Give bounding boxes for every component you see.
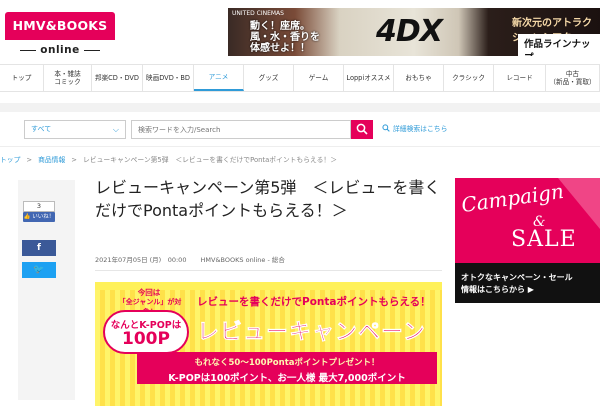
- breadcrumb-news[interactable]: 商品情報: [38, 156, 65, 164]
- facebook-icon: f: [37, 243, 41, 253]
- banner-copy: 動く！座席。 風・水・香りを 体感せよ！！: [250, 21, 320, 54]
- banner-bar-line2: K-POPは100ポイント、お一人様 最大7,000ポイント: [168, 373, 406, 384]
- banner-main-title: レビューキャンペーン: [197, 320, 426, 346]
- nav-item-7[interactable]: Loppiオススメ: [344, 65, 394, 91]
- facebook-share-button[interactable]: f: [22, 240, 56, 256]
- banner-subtitle: レビューを書くだけでPontaポイントもらえる！: [197, 296, 431, 308]
- advanced-search-link[interactable]: 詳細検索はこちら: [382, 123, 447, 133]
- header-divider: [0, 103, 600, 112]
- nav-item-6[interactable]: ゲーム: [294, 65, 344, 91]
- search-button[interactable]: [351, 120, 373, 139]
- nav-item-11[interactable]: 中古 （新品・買取）: [546, 65, 600, 91]
- category-select-value: すべて: [31, 125, 52, 133]
- ad-caption: オトクなキャンペーン・セール 情報はこちらから ▶: [461, 273, 573, 294]
- campaign-banner[interactable]: 今回は 「全ジャンル」が対象！ なんとK-POPは 100P レビューを書くだけ…: [95, 282, 442, 406]
- like-button[interactable]: 👍 いいね！: [23, 212, 55, 222]
- nav-item-10[interactable]: レコード: [494, 65, 546, 91]
- nav-item-8[interactable]: おもちゃ: [394, 65, 444, 91]
- campaign-sale-ad[interactable]: Campaign & SALE オトクなキャンペーン・セール 情報はこちらから …: [455, 178, 600, 303]
- article-author: HMV&BOOKS online - 総合: [200, 256, 285, 264]
- nav-item-4[interactable]: アニメ: [194, 65, 244, 91]
- logo-subtitle: online: [5, 40, 115, 60]
- ad-sale-text: SALE: [511, 227, 577, 252]
- badge-points: 100P: [122, 329, 170, 349]
- badge-circle: なんとK-POPは 100P: [103, 310, 189, 354]
- kpop-badge: 今回は 「全ジャンル」が対象！ なんとK-POPは 100P: [99, 286, 189, 362]
- banner-lineup-button[interactable]: 作品ラインナップ: [518, 34, 600, 56]
- article-title: レビューキャンペーン第5弾 ＜レビューを書くだけでPontaポイントもらえる！＞: [95, 178, 441, 220]
- category-select[interactable]: すべて ⌵: [24, 120, 126, 139]
- search-input[interactable]: [131, 120, 351, 139]
- nav-item-1[interactable]: 本・雑誌 コミック: [44, 65, 92, 91]
- like-button-label: いいね！: [32, 214, 55, 220]
- breadcrumb: トップ > 商品情報 > レビューキャンペーン第5弾 ＜レビューを書くだけでPontaポ…: [0, 156, 338, 164]
- site-logo[interactable]: HMV&BOOKS online: [5, 12, 115, 60]
- breadcrumb-home[interactable]: トップ: [0, 156, 20, 164]
- main-nav: トップ 本・雑誌 コミック 邦楽CD・DVD 映画DVD・BD アニメ グッズ ゲーム Lop…: [0, 64, 600, 92]
- breadcrumb-current: レビューキャンペーン第5弾 ＜レビューを書くだけでPontaポイントもらえる！＞: [82, 156, 338, 164]
- nav-item-5[interactable]: グッズ: [244, 65, 294, 91]
- nav-item-2[interactable]: 邦楽CD・DVD: [92, 65, 143, 91]
- banner-4dx-logo: 4DX: [376, 14, 443, 49]
- meta-divider: [95, 270, 442, 271]
- chevron-down-icon: ⌵: [112, 125, 119, 134]
- search-bar: すべて ⌵ 詳細検索はこちら: [0, 113, 600, 147]
- banner-4dx[interactable]: UNITED CINEMAS 動く！座席。 風・水・香りを 体感せよ！！ 4DX…: [228, 8, 600, 56]
- logo-wordmark: HMV&BOOKS: [5, 12, 115, 40]
- article-date: 2021年07月05日 (月) 00:00: [95, 256, 187, 264]
- search-icon: [356, 123, 368, 135]
- nav-item-9[interactable]: クラシック: [444, 65, 494, 91]
- banner-points-bar: もれなく50〜100Pontaポイントプレゼント！ K-POPは100ポイント、…: [137, 352, 437, 384]
- article-meta: 2021年07月05日 (月) 00:00 HMV&BOOKS online -…: [95, 254, 297, 264]
- like-count: 3: [23, 201, 55, 212]
- twitter-icon: 🐦: [33, 265, 45, 275]
- banner-bar-line1: もれなく50〜100Pontaポイントプレゼント！: [194, 358, 380, 368]
- nav-item-0[interactable]: トップ: [0, 65, 44, 91]
- banner-cinema-label: UNITED CINEMAS: [232, 10, 284, 17]
- twitter-share-button[interactable]: 🐦: [22, 262, 56, 278]
- magnifier-icon: [382, 124, 390, 132]
- nav-item-3[interactable]: 映画DVD・BD: [143, 65, 194, 91]
- advanced-search-label: 詳細検索はこちら: [393, 125, 448, 133]
- share-column: 3 👍 いいね！ f 🐦: [18, 180, 75, 400]
